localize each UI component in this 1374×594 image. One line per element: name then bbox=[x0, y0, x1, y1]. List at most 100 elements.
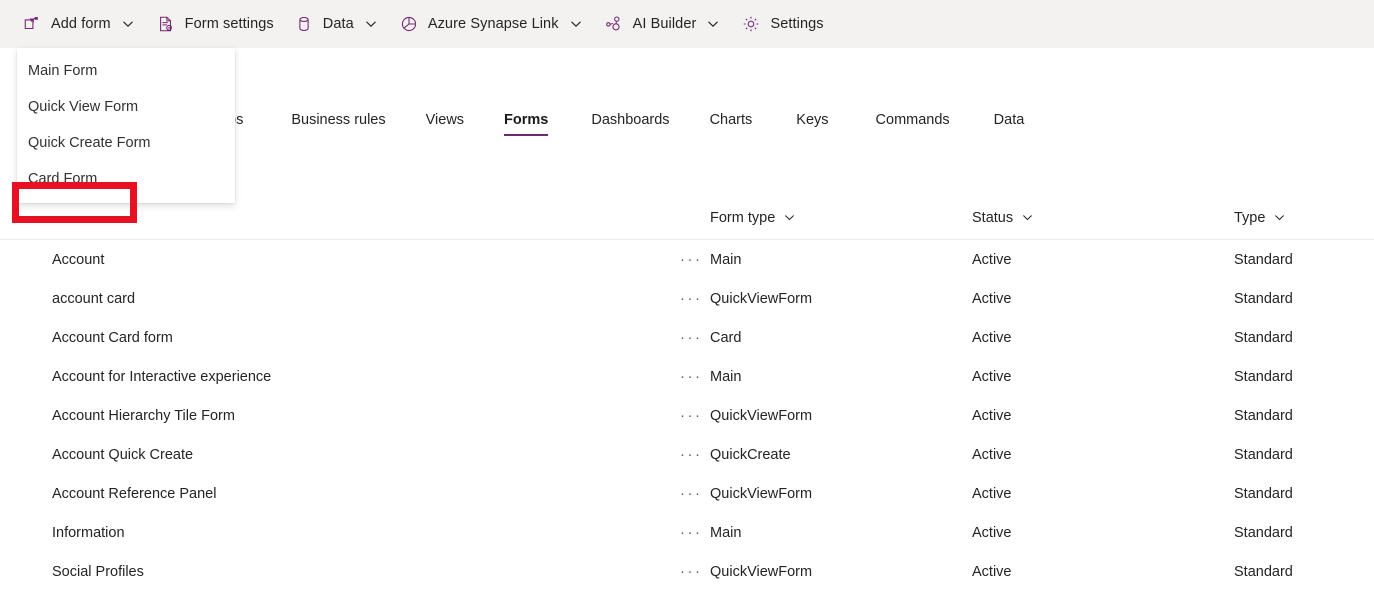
cell-type: Standard bbox=[1234, 329, 1293, 346]
command-form-settings[interactable]: Form settings bbox=[148, 6, 282, 42]
add-form-icon bbox=[22, 14, 42, 34]
cell-type: Standard bbox=[1234, 407, 1293, 424]
command-add-form[interactable]: Add form bbox=[14, 6, 144, 42]
ai-builder-icon bbox=[604, 14, 624, 34]
tab-label: Keys bbox=[796, 112, 829, 128]
command-label: Form settings bbox=[184, 16, 274, 32]
tab-label: Commands bbox=[875, 112, 950, 128]
cell-form-type: Main bbox=[710, 368, 742, 385]
row-more-actions-icon[interactable]: ··· bbox=[646, 329, 710, 346]
chevron-down-icon[interactable] bbox=[568, 16, 584, 32]
table-body: Account ··· Main Active Standard account card… bbox=[0, 240, 1374, 591]
table-row[interactable]: Account Hierarchy Tile Form ··· QuickViewF… bbox=[0, 396, 1374, 435]
cell-type: Standard bbox=[1234, 563, 1293, 580]
tab-forms[interactable]: Forms bbox=[504, 108, 549, 138]
form-settings-icon bbox=[156, 14, 176, 34]
row-more-actions-icon[interactable]: ··· bbox=[646, 290, 710, 307]
cell-form-type: QuickViewForm bbox=[710, 485, 813, 502]
row-more-actions-icon[interactable]: ··· bbox=[646, 446, 710, 463]
chevron-down-icon[interactable] bbox=[705, 16, 721, 32]
cell-form-name[interactable]: Account for Interactive experience bbox=[0, 369, 646, 385]
menu-item-label: Main Form bbox=[28, 63, 98, 79]
table-row[interactable]: account card ··· QuickViewForm Active Standa… bbox=[0, 279, 1374, 318]
row-more-actions-icon[interactable]: ··· bbox=[646, 368, 710, 385]
table-row[interactable]: Account Card form ··· Card Active Standard bbox=[0, 318, 1374, 357]
column-header-label: Status bbox=[972, 209, 1014, 226]
column-header-status[interactable]: Status bbox=[972, 210, 1234, 226]
command-ai-builder[interactable]: AI Builder bbox=[596, 6, 730, 42]
row-more-actions-icon[interactable]: ··· bbox=[646, 563, 710, 580]
row-more-actions-icon[interactable]: ··· bbox=[646, 485, 710, 502]
tab-label: Business rules bbox=[291, 112, 386, 128]
command-azure-synapse-link[interactable]: Azure Synapse Link bbox=[391, 6, 592, 42]
chevron-down-icon[interactable] bbox=[363, 16, 379, 32]
database-icon bbox=[294, 14, 314, 34]
table-row[interactable]: Information ··· Main Active Standard bbox=[0, 513, 1374, 552]
tab-views[interactable]: Views bbox=[426, 108, 464, 138]
cell-form-name[interactable]: Account Reference Panel bbox=[0, 486, 646, 502]
tab-label: Views bbox=[425, 112, 465, 128]
menu-item-label: Quick View Form bbox=[28, 99, 139, 115]
tab-keys[interactable]: Keys bbox=[796, 108, 828, 138]
table-row[interactable]: Social Profiles ··· QuickViewForm Active Sta… bbox=[0, 552, 1374, 591]
column-header-type[interactable]: Type bbox=[1234, 210, 1368, 226]
cell-status: Active bbox=[972, 563, 1012, 580]
chevron-down-icon[interactable] bbox=[782, 211, 796, 225]
gear-icon bbox=[741, 14, 761, 34]
cell-form-name[interactable]: Account Hierarchy Tile Form bbox=[0, 408, 646, 424]
cell-form-type: QuickViewForm bbox=[710, 407, 813, 424]
cell-form-name[interactable]: Account bbox=[0, 252, 646, 268]
cell-status: Active bbox=[972, 368, 1012, 385]
menu-item-quick-create-form[interactable]: Quick Create Form bbox=[17, 125, 235, 161]
tab-charts[interactable]: Charts bbox=[710, 108, 753, 138]
cell-status: Active bbox=[972, 485, 1012, 502]
command-settings[interactable]: Settings bbox=[733, 6, 831, 42]
cell-status: Active bbox=[972, 407, 1012, 424]
command-label: Add form bbox=[51, 16, 111, 32]
row-more-actions-icon[interactable]: ··· bbox=[646, 524, 710, 541]
cell-type: Standard bbox=[1234, 251, 1293, 268]
column-header-form-type[interactable]: Form type bbox=[710, 210, 972, 226]
chevron-down-icon[interactable] bbox=[120, 16, 136, 32]
cell-form-name[interactable]: Information bbox=[0, 525, 646, 541]
row-more-actions-icon[interactable]: ··· bbox=[646, 251, 710, 268]
cell-form-name[interactable]: Account Card form bbox=[0, 330, 646, 346]
cell-form-name[interactable]: account card bbox=[0, 291, 646, 307]
cell-type: Standard bbox=[1234, 485, 1293, 502]
azure-synapse-icon bbox=[399, 14, 419, 34]
forms-table: Form type Status Type Account ··· Main Acti… bbox=[0, 196, 1374, 591]
cell-type: Standard bbox=[1234, 446, 1293, 463]
menu-item-card-form[interactable]: Card Form bbox=[17, 161, 235, 197]
command-data[interactable]: Data bbox=[286, 6, 387, 42]
tab-label: Charts bbox=[709, 112, 753, 128]
command-label: Azure Synapse Link bbox=[427, 16, 559, 32]
cell-type: Standard bbox=[1234, 290, 1293, 307]
cell-form-type: QuickCreate bbox=[710, 446, 791, 463]
chevron-down-icon[interactable] bbox=[1020, 211, 1034, 225]
cell-form-name[interactable]: Account Quick Create bbox=[0, 447, 646, 463]
add-form-dropdown-menu: Main Form Quick View Form Quick Create F… bbox=[17, 48, 235, 203]
row-more-actions-icon[interactable]: ··· bbox=[646, 407, 710, 424]
cell-form-name[interactable]: Social Profiles bbox=[0, 564, 646, 580]
table-row[interactable]: Account Quick Create ··· QuickCreate Active… bbox=[0, 435, 1374, 474]
table-row[interactable]: Account for Interactive experience ··· Mai… bbox=[0, 357, 1374, 396]
command-bar: Add form Form settings Data Azure Synaps… bbox=[0, 0, 1374, 48]
tab-business-rules[interactable]: Business rules bbox=[291, 108, 385, 138]
menu-item-label: Card Form bbox=[28, 171, 98, 187]
table-row[interactable]: Account Reference Panel ··· QuickViewForm A… bbox=[0, 474, 1374, 513]
tab-label: Data bbox=[993, 112, 1025, 128]
tab-dashboards[interactable]: Dashboards bbox=[591, 108, 669, 138]
menu-item-quick-view-form[interactable]: Quick View Form bbox=[17, 89, 235, 125]
command-label: AI Builder bbox=[632, 16, 697, 32]
table-row[interactable]: Account ··· Main Active Standard bbox=[0, 240, 1374, 279]
cell-type: Standard bbox=[1234, 524, 1293, 541]
cell-form-type: Main bbox=[710, 524, 742, 541]
cell-status: Active bbox=[972, 524, 1012, 541]
cell-form-type: Main bbox=[710, 251, 742, 268]
tab-label: Dashboards bbox=[591, 112, 670, 128]
cell-status: Active bbox=[972, 329, 1012, 346]
menu-item-main-form[interactable]: Main Form bbox=[17, 53, 235, 89]
tab-data[interactable]: Data bbox=[994, 108, 1025, 138]
tab-commands[interactable]: Commands bbox=[876, 108, 950, 138]
chevron-down-icon[interactable] bbox=[1272, 211, 1286, 225]
